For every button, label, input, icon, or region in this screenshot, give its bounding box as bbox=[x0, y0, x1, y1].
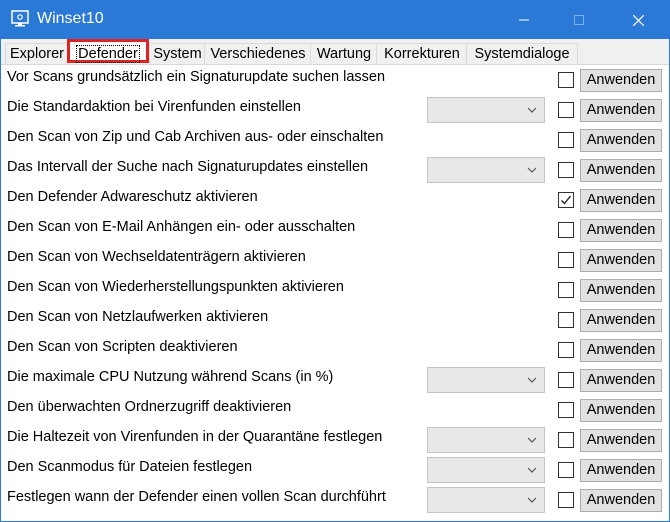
apply-button[interactable]: Anwenden bbox=[580, 69, 662, 92]
tab-defender[interactable]: Defender bbox=[67, 39, 149, 63]
minimize-icon bbox=[519, 19, 529, 21]
setting-row: Den Scan von Netzlaufwerken aktivieren An… bbox=[1, 305, 669, 335]
apply-button[interactable]: Anwenden bbox=[580, 339, 662, 362]
apply-button[interactable]: Anwenden bbox=[580, 459, 662, 482]
app-monitor-icon bbox=[11, 10, 29, 27]
setting-dropdown[interactable] bbox=[427, 367, 545, 393]
setting-checkbox[interactable] bbox=[558, 222, 574, 238]
setting-row: Den überwachten Ordnerzugriff deaktivier… bbox=[1, 395, 669, 425]
tab-strip: Explorer Defender System Verschiedenes W… bbox=[1, 39, 669, 65]
setting-label: Den Scan von Zip und Cab Archiven aus- o… bbox=[7, 129, 384, 145]
setting-row: Den Scanmodus für Dateien festlegen Anwen… bbox=[1, 455, 669, 485]
apply-button[interactable]: Anwenden bbox=[580, 159, 662, 182]
apply-button[interactable]: Anwenden bbox=[580, 219, 662, 242]
setting-dropdown[interactable] bbox=[427, 427, 545, 453]
apply-button[interactable]: Anwenden bbox=[580, 189, 662, 212]
setting-dropdown[interactable] bbox=[427, 97, 545, 123]
setting-row: Den Defender Adwareschutz aktivieren Anwe… bbox=[1, 185, 669, 215]
defender-settings-panel: Vor Scans grundsätzlich ein Signaturupda… bbox=[1, 64, 669, 521]
chevron-down-icon bbox=[527, 167, 537, 173]
tab-korrekturen[interactable]: Korrekturen bbox=[376, 43, 468, 64]
setting-row: Die maximale CPU Nutzung während Scans (… bbox=[1, 365, 669, 395]
tab-wartung[interactable]: Wartung bbox=[310, 43, 378, 64]
setting-dropdown[interactable] bbox=[427, 487, 545, 513]
setting-checkbox[interactable] bbox=[558, 312, 574, 328]
setting-row: Den Scan von Wechseldatenträgern aktivie… bbox=[1, 245, 669, 275]
checkmark-icon bbox=[561, 195, 572, 205]
apply-button[interactable]: Anwenden bbox=[580, 99, 662, 122]
setting-checkbox[interactable] bbox=[558, 432, 574, 448]
maximize-icon bbox=[574, 15, 584, 25]
title-bar[interactable]: Winset10 bbox=[1, 1, 669, 39]
chevron-down-icon bbox=[527, 107, 537, 113]
tab-system[interactable]: System bbox=[149, 43, 206, 64]
apply-button[interactable]: Anwenden bbox=[580, 429, 662, 452]
setting-row: Vor Scans grundsätzlich ein Signaturupda… bbox=[1, 65, 669, 95]
setting-checkbox[interactable] bbox=[558, 162, 574, 178]
chevron-down-icon bbox=[527, 467, 537, 473]
window-title: Winset10 bbox=[37, 10, 104, 27]
setting-checkbox[interactable] bbox=[558, 342, 574, 358]
setting-checkbox[interactable] bbox=[558, 102, 574, 118]
setting-row: Den Scan von Wiederherstellungspunkten a… bbox=[1, 275, 669, 305]
setting-checkbox[interactable] bbox=[558, 462, 574, 478]
setting-label: Die Haltezeit von Virenfunden in der Qua… bbox=[7, 429, 383, 445]
setting-checkbox[interactable] bbox=[558, 252, 574, 268]
chevron-down-icon bbox=[527, 377, 537, 383]
setting-label: Den überwachten Ordnerzugriff deaktivier… bbox=[7, 399, 292, 415]
setting-row: Die Haltezeit von Virenfunden in der Qua… bbox=[1, 425, 669, 455]
setting-checkbox[interactable] bbox=[558, 492, 574, 508]
setting-label: Den Scan von Scripten deaktivieren bbox=[7, 339, 238, 355]
setting-row: Den Scan von Zip und Cab Archiven aus- o… bbox=[1, 125, 669, 155]
setting-label: Die Standardaktion bei Virenfunden einst… bbox=[7, 99, 301, 115]
setting-checkbox[interactable] bbox=[558, 192, 574, 208]
setting-label: Den Defender Adwareschutz aktivieren bbox=[7, 189, 258, 205]
apply-button[interactable]: Anwenden bbox=[580, 279, 662, 302]
chevron-down-icon bbox=[527, 437, 537, 443]
tab-defender-label: Defender bbox=[76, 45, 140, 63]
app-window: Winset10 Explorer Defender System Versch… bbox=[0, 0, 670, 522]
setting-label: Die maximale CPU Nutzung während Scans (… bbox=[7, 369, 334, 385]
setting-row: Den Scan von Scripten deaktivieren Anwend… bbox=[1, 335, 669, 365]
setting-label: Festlegen wann der Defender einen vollen… bbox=[7, 489, 386, 505]
maximize-button[interactable] bbox=[556, 1, 602, 39]
setting-label: Das Intervall der Suche nach Signaturupd… bbox=[7, 159, 369, 175]
setting-label: Den Scan von E-Mail Anhängen ein- oder a… bbox=[7, 219, 356, 235]
setting-label: Den Scanmodus für Dateien festlegen bbox=[7, 459, 253, 475]
apply-button[interactable]: Anwenden bbox=[580, 249, 662, 272]
close-icon bbox=[633, 15, 644, 26]
setting-label: Vor Scans grundsätzlich ein Signaturupda… bbox=[7, 69, 386, 85]
apply-button[interactable]: Anwenden bbox=[580, 489, 662, 512]
close-button[interactable] bbox=[615, 1, 661, 39]
setting-checkbox[interactable] bbox=[558, 72, 574, 88]
apply-button[interactable]: Anwenden bbox=[580, 309, 662, 332]
setting-dropdown[interactable] bbox=[427, 157, 545, 183]
minimize-button[interactable] bbox=[501, 1, 547, 39]
setting-label: Den Scan von Wiederherstellungspunkten a… bbox=[7, 279, 344, 295]
setting-checkbox[interactable] bbox=[558, 282, 574, 298]
setting-row: Den Scan von E-Mail Anhängen ein- oder a… bbox=[1, 215, 669, 245]
setting-label: Den Scan von Wechseldatenträgern aktivie… bbox=[7, 249, 306, 265]
setting-label: Den Scan von Netzlaufwerken aktivieren bbox=[7, 309, 269, 325]
setting-dropdown[interactable] bbox=[427, 457, 545, 483]
tab-systemdialoge[interactable]: Systemdialoge bbox=[466, 43, 578, 64]
setting-checkbox[interactable] bbox=[558, 132, 574, 148]
setting-checkbox[interactable] bbox=[558, 372, 574, 388]
setting-row: Festlegen wann der Defender einen vollen… bbox=[1, 485, 669, 515]
tab-explorer[interactable]: Explorer bbox=[5, 43, 69, 64]
tab-verschiedenes[interactable]: Verschiedenes bbox=[204, 43, 312, 64]
apply-button[interactable]: Anwenden bbox=[580, 369, 662, 392]
apply-button[interactable]: Anwenden bbox=[580, 129, 662, 152]
setting-checkbox[interactable] bbox=[558, 402, 574, 418]
setting-row: Die Standardaktion bei Virenfunden einst… bbox=[1, 95, 669, 125]
apply-button[interactable]: Anwenden bbox=[580, 399, 662, 422]
chevron-down-icon bbox=[527, 497, 537, 503]
setting-row: Das Intervall der Suche nach Signaturupd… bbox=[1, 155, 669, 185]
